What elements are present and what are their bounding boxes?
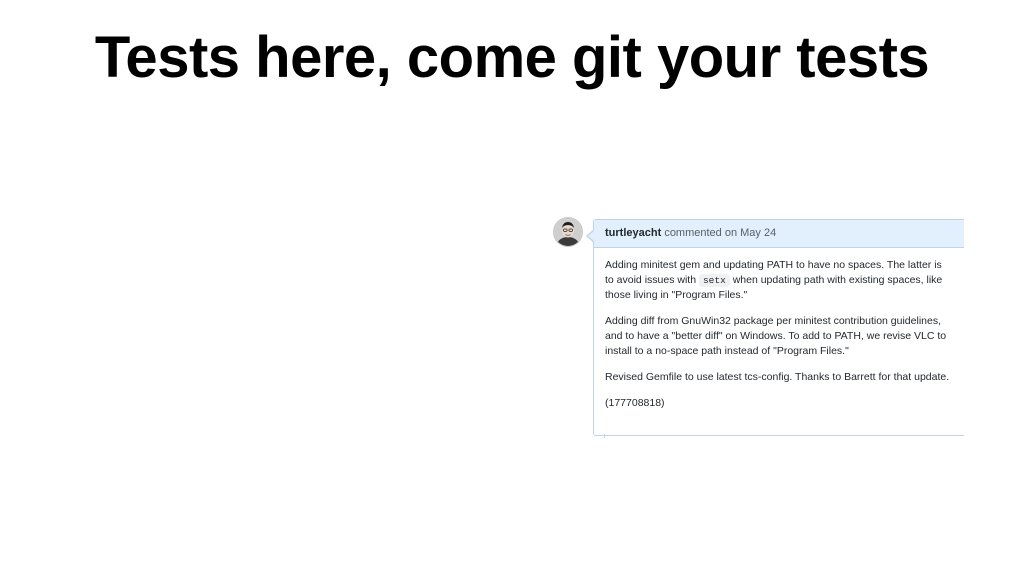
comment-meta[interactable]: commented on May 24 [664, 227, 776, 239]
comment-paragraph-3: Revised Gemfile to use latest tcs-config… [605, 371, 950, 383]
comment-author-link[interactable]: turtleyacht [605, 227, 661, 239]
slide-title: Tests here, come git your tests [94, 25, 930, 90]
inline-code-setx: setx [698, 274, 730, 287]
comment-box: turtleyacht commented on May 24 Adding m… [586, 219, 964, 436]
comment-paragraph-1: Adding minitest gem and updating PATH to… [605, 258, 953, 303]
avatar[interactable] [554, 218, 582, 246]
comment-paragraph-2: Adding diff from GnuWin32 package per mi… [605, 315, 947, 357]
comment-body: Adding minitest gem and updating PATH to… [594, 248, 964, 411]
timeline-connector [604, 434, 605, 438]
user-avatar-icon [554, 218, 582, 246]
comment-header: turtleyacht commented on May 24 [594, 220, 964, 248]
comment-paragraph-4: (177708818) [605, 397, 665, 409]
slide: Tests here, come git your tests turtleya… [0, 0, 1024, 576]
